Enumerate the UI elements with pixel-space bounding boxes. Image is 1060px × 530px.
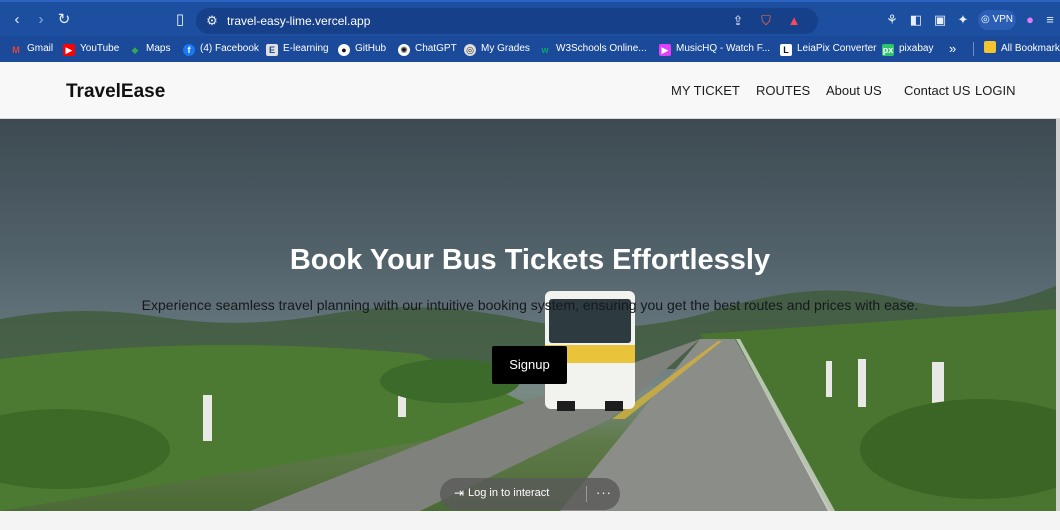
w3schools-icon: w (541, 45, 549, 55)
bookmark-elearning[interactable]: E E-learning (266, 36, 329, 62)
extensions-icon[interactable]: ⚘ (884, 12, 900, 28)
bookmark-label: Maps (146, 43, 171, 54)
bookmark-w3schools[interactable]: w W3Schools Online... (539, 36, 647, 62)
youtube-icon: ▶ (63, 44, 75, 56)
hero-subtitle: Experience seamless travel planning with… (141, 297, 919, 313)
site-settings-icon[interactable]: ⚙ (204, 13, 220, 29)
folder-icon (984, 41, 996, 53)
bookmark-label: MusicHQ - Watch F... (676, 43, 771, 54)
wallet-icon[interactable]: ▣ (932, 12, 948, 28)
pill-divider (586, 486, 587, 502)
bookmark-facebook[interactable]: f (4) Facebook (183, 36, 259, 62)
bookmarks-divider (973, 42, 974, 56)
nav-about-us[interactable]: About US (826, 83, 882, 98)
chatgpt-icon: ✺ (398, 44, 410, 56)
scrollbar[interactable] (1056, 119, 1060, 511)
bookmark-maps[interactable]: ◆ Maps (129, 36, 171, 62)
nav-routes[interactable]: ROUTES (756, 83, 810, 98)
share-icon[interactable]: ⇪ (730, 13, 746, 29)
maps-icon: ◆ (131, 45, 139, 55)
back-icon[interactable]: ‹ (8, 11, 26, 29)
nav-contact-us[interactable]: Contact US (904, 83, 970, 98)
hero-title: Book Your Bus Tickets Effortlessly (289, 244, 771, 276)
bookmarks-overflow-button[interactable]: » (949, 36, 956, 62)
page-bottom-strip (0, 511, 1060, 530)
url-text[interactable]: travel-easy-lime.vercel.app (227, 14, 370, 28)
forward-icon[interactable]: › (32, 11, 50, 29)
hero-background-image (0, 284, 1060, 511)
signup-button[interactable]: Signup (492, 346, 567, 384)
bookmark-youtube[interactable]: ▶ YouTube (63, 36, 119, 62)
login-to-interact-pill[interactable]: ⇥ Log in to interact ··· (440, 478, 620, 510)
leo-ai-icon[interactable]: ✦ (955, 12, 971, 28)
bookmark-label: (4) Facebook (200, 43, 259, 54)
bookmark-label: GitHub (355, 43, 387, 54)
pixabay-icon: px (882, 44, 894, 56)
bookmark-gmail[interactable]: M Gmail (10, 36, 53, 62)
menu-icon[interactable]: ≡ (1042, 12, 1058, 28)
bookmark-label: pixabay (899, 43, 934, 54)
bookmark-icon[interactable]: ▯ (171, 11, 189, 29)
nav-login[interactable]: LOGIN (975, 83, 1015, 98)
sidebar-icon[interactable]: ◧ (908, 12, 924, 28)
bookmark-label: My Grades (481, 43, 530, 54)
bookmark-chatgpt[interactable]: ✺ ChatGPT (398, 36, 457, 62)
bookmark-label: YouTube (80, 43, 120, 54)
site-header: TravelEase MY TICKET ROUTES About US Con… (0, 62, 1060, 119)
reload-icon[interactable]: ↻ (55, 11, 73, 29)
gmail-icon: M (12, 45, 20, 55)
vpn-label: VPN (992, 14, 1014, 25)
facebook-icon: f (183, 44, 195, 56)
bookmark-musichq[interactable]: ▶ MusicHQ - Watch F... (659, 36, 770, 62)
brave-rewards-icon[interactable]: ▲ (786, 13, 802, 29)
all-bookmarks-button[interactable]: All Bookmarks (984, 36, 1060, 62)
brand-logo[interactable]: TravelEase (66, 81, 165, 103)
login-arrow-icon: ⇥ (453, 486, 465, 500)
bookmark-leiapix[interactable]: L LeiaPix Converter (780, 36, 876, 62)
bookmark-label: W3Schools Online... (556, 43, 647, 54)
all-bookmarks-label: All Bookmarks (1001, 43, 1060, 54)
musichq-icon: ▶ (659, 44, 671, 56)
vpn-button[interactable]: ◎ VPN (978, 10, 1016, 30)
more-options-icon[interactable]: ··· (596, 485, 612, 500)
profile-icon[interactable]: ● (1022, 12, 1038, 28)
bookmark-pixabay[interactable]: px pixabay (882, 36, 933, 62)
bookmark-label: E-learning (283, 43, 329, 54)
hero-section: Book Your Bus Tickets Effortlessly Exper… (0, 119, 1060, 511)
grades-icon: ◎ (464, 44, 476, 56)
elearning-icon: E (266, 44, 278, 56)
leiapix-icon: L (780, 44, 792, 56)
brave-shield-icon[interactable]: ⛉ (758, 13, 774, 29)
address-bar[interactable]: ⚙ travel-easy-lime.vercel.app ⇪ ⛉ ▲ (196, 8, 818, 34)
bookmark-my-grades[interactable]: ◎ My Grades (464, 36, 530, 62)
bookmarks-bar: M Gmail ▶ YouTube ◆ Maps f (4) Facebook E E-l… (0, 36, 1060, 62)
browser-toolbar: ‹ › ↻ ▯ ⚙ travel-easy-lime.vercel.app ⇪ … (0, 0, 1060, 36)
bookmark-label: LeiaPix Converter (797, 43, 877, 54)
nav-my-ticket[interactable]: MY TICKET (671, 83, 740, 98)
bookmark-label: ChatGPT (415, 43, 457, 54)
login-to-interact-label: Log in to interact (468, 487, 550, 499)
github-icon: ● (338, 44, 350, 56)
bookmark-github[interactable]: ● GitHub (338, 36, 386, 62)
bookmark-label: Gmail (27, 43, 54, 54)
